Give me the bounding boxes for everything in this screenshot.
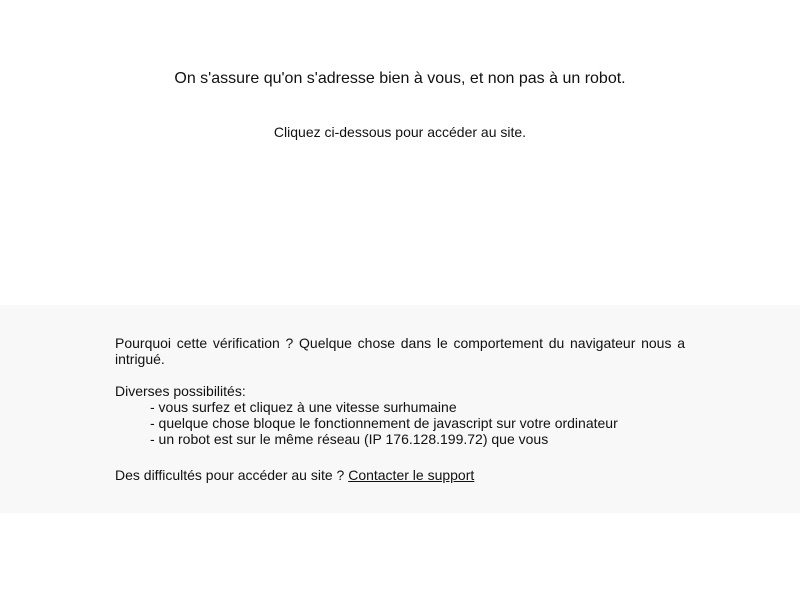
contact-support-link[interactable]: Contacter le support	[348, 467, 474, 483]
why-verification-text: Pourquoi cette vérification ? Quelque ch…	[115, 335, 685, 367]
captcha-page: On s'assure qu'on s'adresse bien à vous,…	[0, 0, 800, 600]
verification-info-content: Pourquoi cette vérification ? Quelque ch…	[115, 335, 685, 483]
possibility-item: - un robot est sur le même réseau (IP 17…	[150, 431, 549, 447]
support-line: Des difficultés pour accéder au site ? C…	[115, 467, 685, 483]
support-question: Des difficultés pour accéder au site ?	[115, 467, 349, 483]
possibility-item: - quelque chose bloque le fonctionnement…	[150, 415, 618, 431]
possibilities-section: Diverses possibilités: - vous surfez et …	[115, 383, 685, 447]
verification-info-panel: Pourquoi cette vérification ? Quelque ch…	[0, 305, 800, 513]
access-instruction: Cliquez ci-dessous pour accéder au site.	[273, 124, 527, 140]
possibilities-title: Diverses possibilités:	[115, 383, 246, 399]
possibilities-list: - vous surfez et cliquez à une vitesse s…	[115, 399, 685, 447]
possibility-item: - vous surfez et cliquez à une vitesse s…	[150, 399, 457, 415]
page-headline: On s'assure qu'on s'adresse bien à vous,…	[174, 70, 626, 87]
